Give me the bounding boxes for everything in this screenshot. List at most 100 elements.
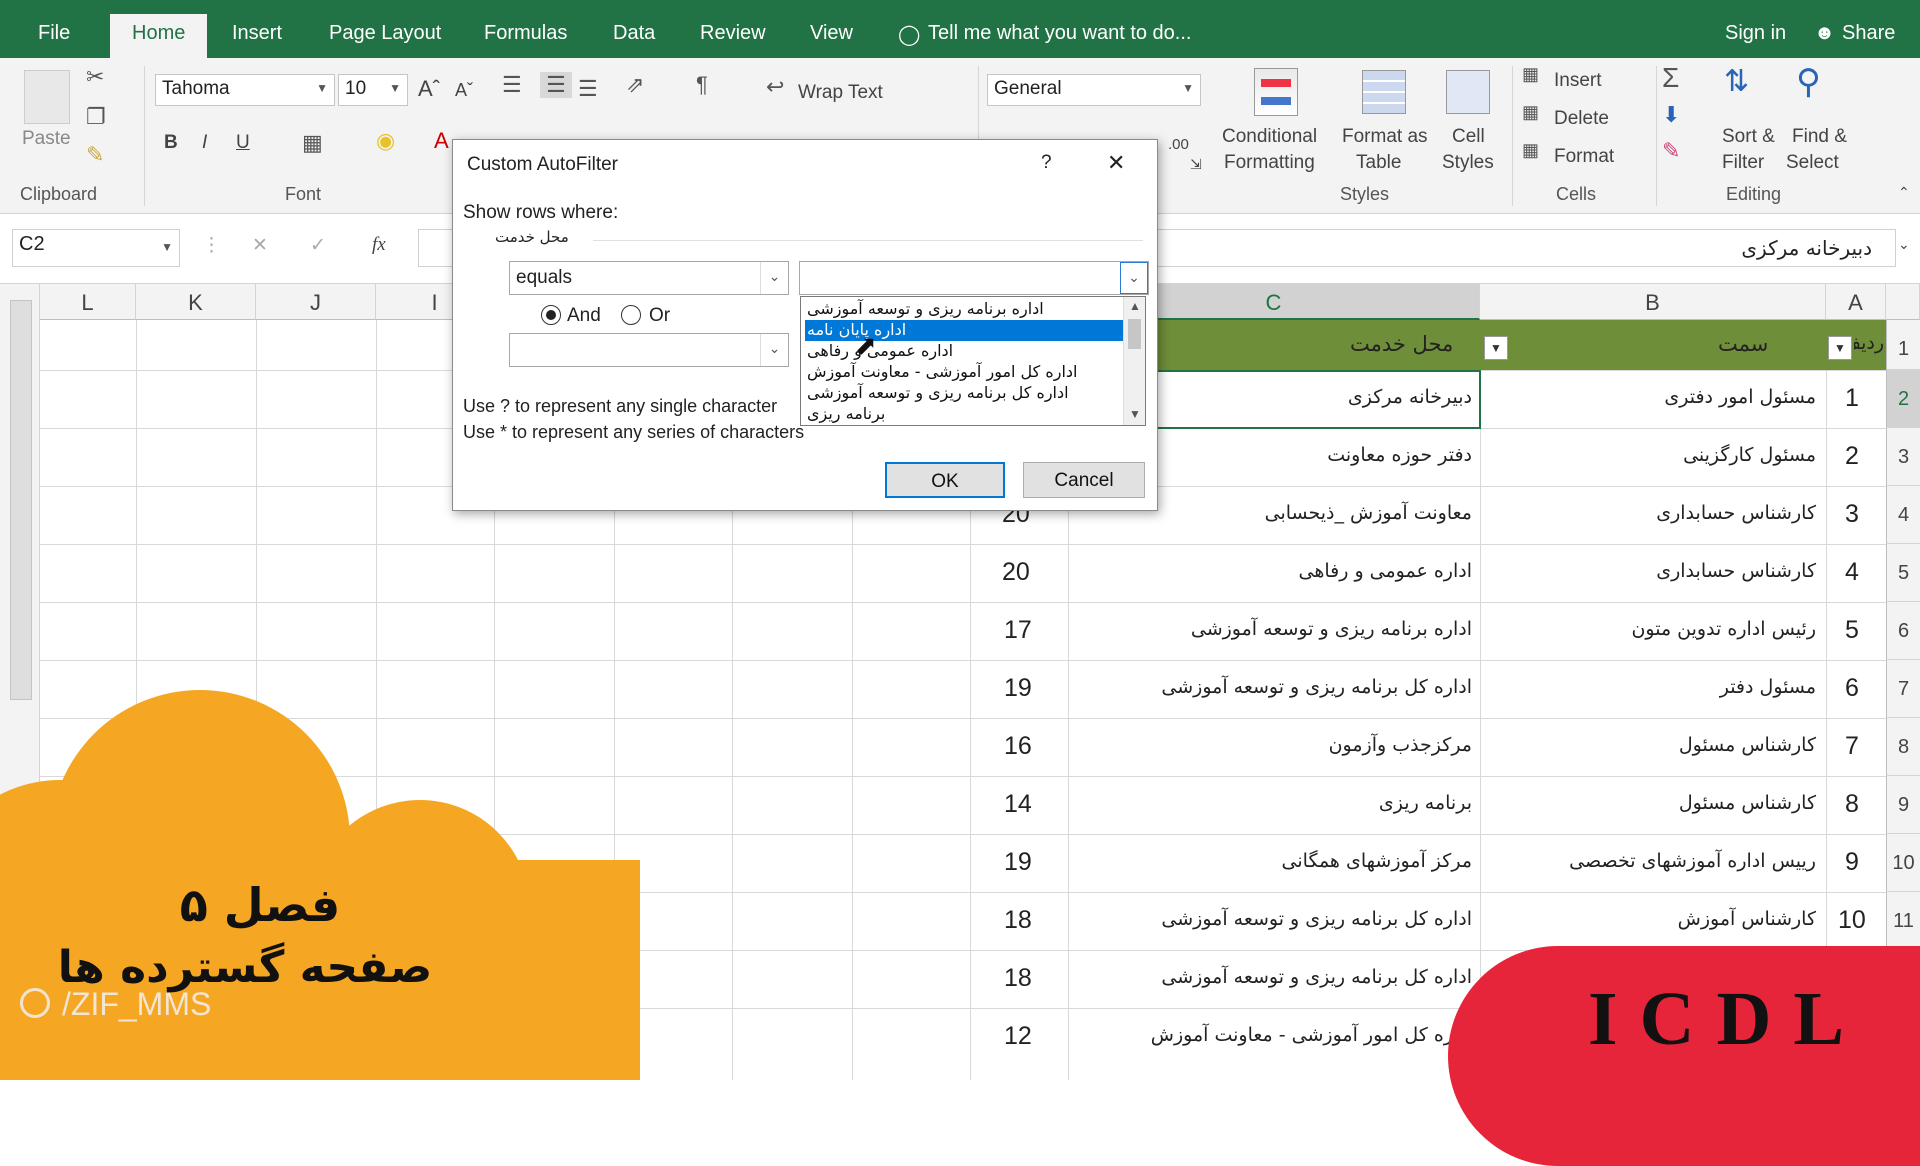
fill-color-icon[interactable]: ◉ <box>376 128 395 154</box>
sort-filter-icon[interactable]: ⇅ <box>1724 64 1749 99</box>
tab-insert[interactable]: Insert <box>232 22 282 45</box>
tab-view[interactable]: View <box>810 22 853 45</box>
index-cell[interactable]: 3 <box>1845 500 1859 529</box>
number-cell[interactable]: 17 <box>1004 616 1032 645</box>
index-cell[interactable]: 2 <box>1845 442 1859 471</box>
list-item-selected[interactable]: اداره پایان نامه <box>805 320 1123 341</box>
wrap-text-button[interactable]: Wrap Text <box>798 82 883 104</box>
grow-font-icon[interactable]: Aˆ <box>418 76 440 102</box>
borders-icon[interactable]: ▦ <box>302 130 323 156</box>
location-cell[interactable]: مرکزجذب وآزمون <box>1329 734 1472 756</box>
tab-page-layout[interactable]: Page Layout <box>329 22 441 45</box>
position-cell[interactable]: کارشناس حسابداری <box>1656 560 1816 582</box>
filter-dropdown-b[interactable]: ▼ <box>1828 336 1852 360</box>
list-item[interactable]: برنامه ریزی <box>805 404 1123 425</box>
italic-button[interactable]: I <box>202 132 207 154</box>
orientation-icon[interactable]: ⇗ <box>626 72 644 98</box>
number-cell[interactable]: 19 <box>1004 848 1032 877</box>
location-cell[interactable]: دفتر حوزه معاونت <box>1327 444 1472 466</box>
index-cell[interactable]: 8 <box>1845 790 1859 819</box>
format-as-table-icon[interactable] <box>1362 70 1406 114</box>
operator2-select[interactable]: ⌄ <box>509 333 789 367</box>
row-header[interactable]: 8 <box>1886 718 1920 776</box>
number-cell[interactable]: 12 <box>1004 1022 1032 1051</box>
copy-icon[interactable]: ❐ <box>86 104 106 130</box>
row-header[interactable]: 1 <box>1886 320 1920 370</box>
position-cell[interactable]: رییس اداره آموزشهای تخصصی <box>1569 850 1816 872</box>
position-cell[interactable]: رئیس اداره تدوین متون <box>1631 618 1816 640</box>
cell-styles-label[interactable]: Cell <box>1452 126 1485 148</box>
cell-styles-icon[interactable] <box>1446 70 1490 114</box>
conditional-formatting-label-2[interactable]: Formatting <box>1224 152 1315 174</box>
scroll-down-icon[interactable]: ▼ <box>1129 407 1141 421</box>
underline-button[interactable]: U <box>236 132 250 154</box>
row-header[interactable]: 5 <box>1886 544 1920 602</box>
list-scrollbar[interactable]: ▲ ▼ <box>1123 297 1145 425</box>
location-cell[interactable]: برنامه ریزی <box>1379 792 1472 814</box>
value-dropdown-list[interactable]: اداره برنامه ریزی و توسعه آموزشی اداره پ… <box>800 296 1146 426</box>
number-cell[interactable]: 18 <box>1004 964 1032 993</box>
font-name-combo[interactable]: Tahoma ▼ <box>155 74 335 106</box>
shrink-font-icon[interactable]: Aˇ <box>455 80 473 101</box>
list-item[interactable]: اداره کل امور آموزشی - معاونت آموزش <box>805 362 1123 383</box>
autosum-icon[interactable]: Σ <box>1662 62 1679 94</box>
operator1-select[interactable]: equals ⌄ <box>509 261 789 295</box>
paste-button[interactable]: Paste <box>22 128 71 150</box>
filter-dropdown-c[interactable]: ▼ <box>1484 336 1508 360</box>
clear-icon[interactable]: ✎ <box>1662 138 1680 164</box>
location-cell[interactable]: اداره کل امور آموزشی - معاونت آموزش <box>1151 1024 1472 1046</box>
index-cell[interactable]: 7 <box>1845 732 1859 761</box>
tell-me-box[interactable]: Tell me what you want to do... <box>928 22 1191 45</box>
row-header[interactable]: 10 <box>1886 834 1920 892</box>
align-middle-icon[interactable]: ☰ <box>540 72 572 98</box>
format-as-table-label-2[interactable]: Table <box>1356 152 1401 174</box>
index-cell[interactable]: 4 <box>1845 558 1859 587</box>
cut-icon[interactable]: ✂ <box>86 64 104 90</box>
cancel-edit-icon[interactable]: ✕ <box>252 234 268 257</box>
fill-icon[interactable]: ⬇ <box>1662 102 1680 128</box>
column-header-b[interactable]: B <box>1480 284 1826 320</box>
cancel-button[interactable]: Cancel <box>1023 462 1145 498</box>
conditional-formatting-label[interactable]: Conditional <box>1222 126 1317 148</box>
dialog-launcher-icon[interactable]: ⇲ <box>1190 156 1202 173</box>
ok-button[interactable]: OK <box>885 462 1005 498</box>
find-select-label[interactable]: Find & <box>1792 126 1847 148</box>
position-cell[interactable]: کارشناس مسئول <box>1679 792 1816 814</box>
cell-styles-label-2[interactable]: Styles <box>1442 152 1494 174</box>
align-bottom-icon[interactable]: ☰ <box>578 76 598 102</box>
column-header-k[interactable]: K <box>136 284 256 320</box>
number-cell[interactable]: 18 <box>1004 906 1032 935</box>
tab-data[interactable]: Data <box>613 22 655 45</box>
list-item[interactable]: اداره عمومی و رفاهی <box>805 341 1123 362</box>
location-cell[interactable]: اداره عمومی و رفاهی <box>1299 560 1473 582</box>
index-cell[interactable]: 6 <box>1845 674 1859 703</box>
value1-combo[interactable]: ⌄ <box>799 261 1149 295</box>
row-header[interactable]: 6 <box>1886 602 1920 660</box>
paste-icon[interactable] <box>24 70 70 124</box>
index-cell[interactable]: 1 <box>1845 384 1859 413</box>
index-cell[interactable]: 9 <box>1845 848 1859 877</box>
header-cell-position[interactable]: سمت <box>1718 332 1768 356</box>
select-all-corner[interactable] <box>1886 284 1920 320</box>
or-label[interactable]: Or <box>649 305 670 327</box>
list-item[interactable]: اداره کل برنامه ریزی و توسعه آموزشی <box>805 383 1123 404</box>
position-cell[interactable]: مسئول امور دفتری <box>1664 386 1816 408</box>
format-as-table-label[interactable]: Format as <box>1342 126 1428 148</box>
chevron-down-icon[interactable]: ⌄ <box>1120 262 1148 294</box>
number-cell[interactable]: 20 <box>1002 558 1030 587</box>
row-header[interactable]: 3 <box>1886 428 1920 486</box>
header-cell-location[interactable]: محل خدمت <box>1350 332 1453 356</box>
column-header-j[interactable]: J <box>256 284 376 320</box>
row-header[interactable]: 9 <box>1886 776 1920 834</box>
delete-cells-button[interactable]: Delete <box>1554 108 1609 130</box>
sort-filter-label[interactable]: Sort & <box>1722 126 1775 148</box>
location-cell[interactable]: اداره کل برنامه ریزی و توسعه آموزشی <box>1161 908 1472 930</box>
location-cell[interactable]: معاونت آموزش _ذیحسابی <box>1265 502 1472 524</box>
index-cell[interactable]: 5 <box>1845 616 1859 645</box>
rtl-direction-icon[interactable]: ¶ <box>696 72 708 98</box>
column-header-l[interactable]: L <box>40 284 136 320</box>
location-cell[interactable]: اداره کل برنامه ریزی و توسعه آموزشی <box>1161 676 1472 698</box>
tab-home[interactable]: Home <box>110 14 208 58</box>
find-select-label-2[interactable]: Select <box>1786 152 1839 174</box>
find-select-icon[interactable]: ⚲ <box>1796 62 1821 102</box>
